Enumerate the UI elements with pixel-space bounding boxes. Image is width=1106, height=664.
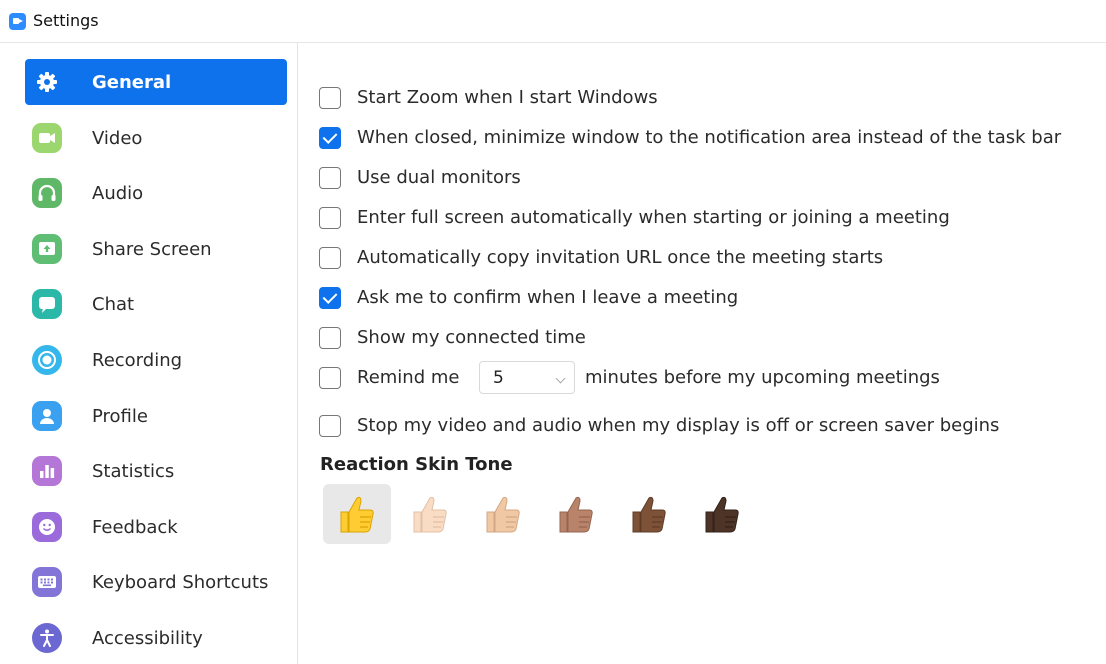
checkbox[interactable] [319,87,341,109]
chat-bubble-icon [32,289,62,319]
skin-tone-medium[interactable] [542,484,610,544]
feedback-icon [32,512,62,542]
sidebar-item-accessibility[interactable]: Accessibility [25,615,287,661]
thumbs-up-icon [559,496,593,533]
profile-icon [32,401,62,431]
sidebar-item-recording[interactable]: Recording [25,337,287,383]
sidebar-item-feedback[interactable]: Feedback [25,504,287,550]
sidebar-item-label: Feedback [92,517,178,538]
accessibility-icon [32,623,62,653]
checkbox[interactable] [319,327,341,349]
sidebar-item-label: Statistics [92,461,175,482]
sidebar-item-statistics[interactable]: Statistics [25,448,287,494]
sidebar-item-label: Keyboard Shortcuts [92,572,269,593]
option-label: Ask me to confirm when I leave a meeting [357,287,739,308]
option-label: Automatically copy invitation URL once t… [357,247,884,268]
checkbox[interactable] [319,167,341,189]
option-label: Start Zoom when I start Windows [357,87,658,108]
sidebar-item-share-screen[interactable]: Share Screen [25,226,287,272]
thumbs-up-icon [340,496,374,533]
sidebar-item-video[interactable]: Video [25,115,287,161]
video-camera-icon [32,123,62,153]
sidebar-item-label: Share Screen [92,239,212,260]
skin-tone-light[interactable] [396,484,464,544]
sidebar-item-general[interactable]: General [25,59,287,105]
title-bar: Settings [0,0,1106,43]
share-screen-icon [32,234,62,264]
checkbox[interactable] [319,415,341,437]
sidebar-item-label: Profile [92,406,148,427]
checkbox[interactable] [319,247,341,269]
skin-tone-dark[interactable] [688,484,756,544]
general-settings-panel: Start Zoom when I start Windows When clo… [298,43,1106,664]
option-label: Show my connected time [357,327,586,348]
record-icon [32,345,62,375]
reaction-skin-tone-heading: Reaction Skin Tone [320,454,513,475]
remind-label-before: Remind me [357,367,460,388]
sidebar-item-label: Audio [92,183,144,204]
sidebar-item-keyboard-shortcuts[interactable]: Keyboard Shortcuts [25,559,287,605]
statistics-icon [32,456,62,486]
sidebar-item-label: Accessibility [92,628,203,649]
keyboard-icon [32,567,62,597]
settings-sidebar: General Video Audio Share Screen Chat Re… [0,43,298,664]
zoom-app-icon [9,13,26,30]
skin-tone-medium-light[interactable] [469,484,537,544]
window-title: Settings [33,11,99,30]
sidebar-item-audio[interactable]: Audio [25,170,287,216]
checkbox[interactable] [319,207,341,229]
chevron-down-icon [555,373,566,384]
sidebar-item-label: Chat [92,294,135,315]
option-label: Use dual monitors [357,167,521,188]
checkbox[interactable] [319,287,341,309]
headphones-icon [32,178,62,208]
skin-tone-default[interactable] [323,484,391,544]
thumbs-up-icon [486,496,520,533]
sidebar-item-profile[interactable]: Profile [25,393,287,439]
remind-minutes-value: 5 [493,368,504,388]
sidebar-item-chat[interactable]: Chat [25,281,287,327]
checkbox[interactable] [319,127,341,149]
sidebar-item-label: Video [92,128,143,149]
gear-icon [32,67,62,97]
option-label: When closed, minimize window to the noti… [357,127,1062,148]
thumbs-up-icon [413,496,447,533]
remind-label-after: minutes before my upcoming meetings [585,367,940,388]
option-label: Stop my video and audio when my display … [357,415,1000,436]
thumbs-up-icon [632,496,666,533]
remind-minutes-select[interactable]: 5 [479,361,575,394]
skin-tone-medium-dark[interactable] [615,484,683,544]
sidebar-item-label: Recording [92,350,183,371]
option-label: Enter full screen automatically when sta… [357,207,950,228]
thumbs-up-icon [705,496,739,533]
checkbox[interactable] [319,367,341,389]
sidebar-item-label: General [92,72,172,93]
